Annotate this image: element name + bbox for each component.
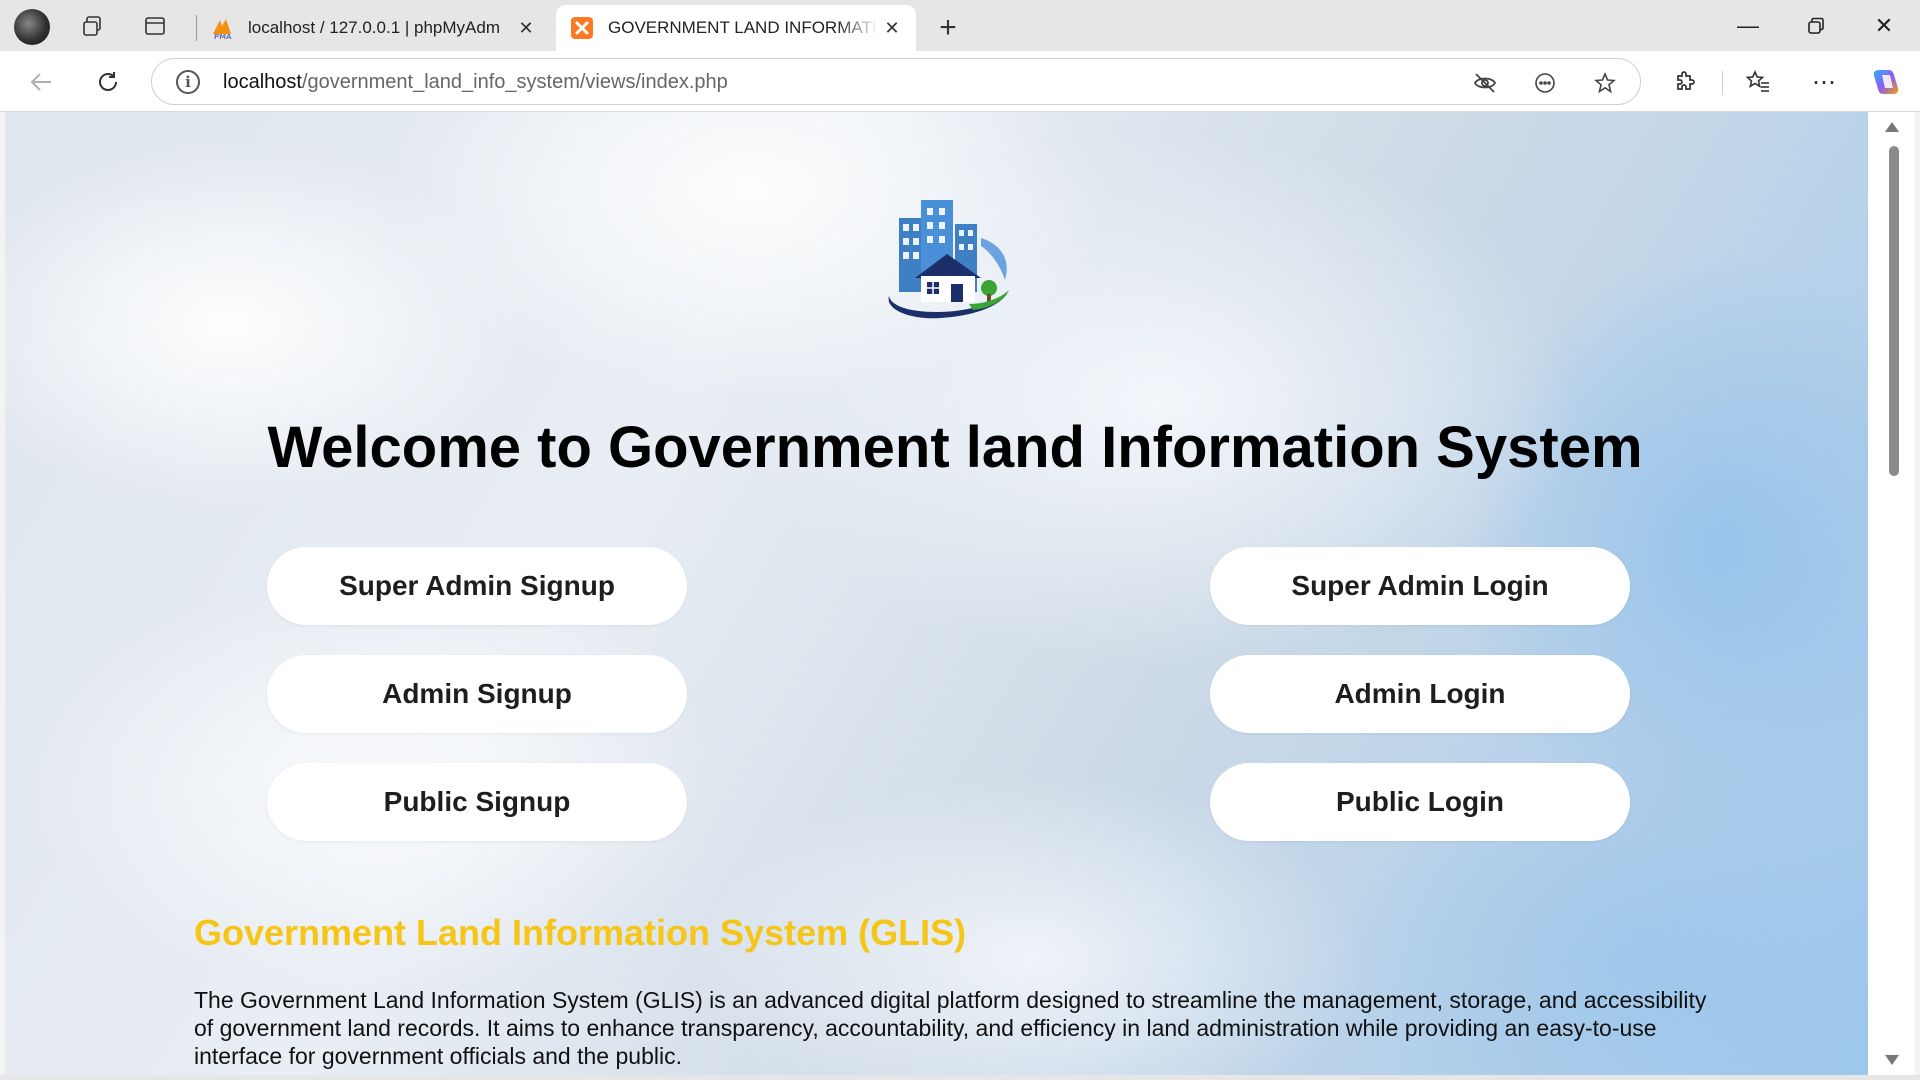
url-text[interactable]: localhost/government_land_info_system/vi… xyxy=(223,71,728,94)
workspaces-icon[interactable] xyxy=(78,12,106,40)
address-bar[interactable]: i localhost/government_land_info_system/… xyxy=(151,58,1641,105)
tab-title: GOVERNMENT LAND INFORMATI xyxy=(608,18,877,37)
page-scrollbar[interactable] xyxy=(1868,112,1915,1075)
url-path: /government_land_info_system/views/index… xyxy=(301,71,728,93)
back-icon[interactable] xyxy=(24,64,60,100)
copilot-icon[interactable] xyxy=(1868,64,1904,100)
toolbar-separator xyxy=(1722,71,1723,95)
glis-section-heading: Government Land Information System (GLIS… xyxy=(194,912,967,953)
scroll-down-arrow-icon[interactable] xyxy=(1885,1055,1899,1065)
svg-text:PMA: PMA xyxy=(214,33,232,40)
close-tab-icon[interactable]: ✕ xyxy=(512,14,540,42)
read-aloud-icon[interactable] xyxy=(1530,68,1560,98)
new-tab-icon[interactable]: + xyxy=(932,11,964,44)
tracking-prevention-icon[interactable] xyxy=(1470,68,1500,98)
url-host: localhost xyxy=(223,71,302,93)
xampp-icon xyxy=(570,16,594,40)
public-signup-button[interactable]: Public Signup xyxy=(267,763,687,841)
favorite-star-icon[interactable] xyxy=(1590,68,1620,98)
close-window-icon[interactable]: ✕ xyxy=(1864,8,1904,44)
scroll-thumb[interactable] xyxy=(1889,146,1899,476)
navigation-bar: i localhost/government_land_info_system/… xyxy=(0,51,1920,112)
vertical-tabs-icon[interactable] xyxy=(141,12,169,40)
welcome-title: Welcome to Government land Information S… xyxy=(267,415,1643,480)
close-tab-icon[interactable]: ✕ xyxy=(878,14,906,42)
admin-signup-button[interactable]: Admin Signup xyxy=(267,655,687,733)
tab-strip: PMA localhost / 127.0.0.1 | phpMyAdm ✕ G… xyxy=(0,0,1920,51)
minimize-icon[interactable]: — xyxy=(1728,8,1768,44)
glis-logo xyxy=(881,198,1021,328)
admin-login-button[interactable]: Admin Login xyxy=(1210,655,1630,733)
profile-avatar[interactable] xyxy=(14,9,50,45)
tab-title: localhost / 127.0.0.1 | phpMyAdm xyxy=(248,18,501,37)
extensions-icon[interactable] xyxy=(1667,64,1703,100)
favorites-icon[interactable] xyxy=(1740,64,1776,100)
tab-phpmyadmin[interactable]: PMA localhost / 127.0.0.1 | phpMyAdm ✕ xyxy=(196,5,550,51)
more-icon[interactable]: ⋯ xyxy=(1806,64,1842,100)
super-admin-signup-button[interactable]: Super Admin Signup xyxy=(267,547,687,625)
info-icon[interactable]: i xyxy=(176,70,200,94)
public-login-button[interactable]: Public Login xyxy=(1210,763,1630,841)
phpmyadmin-icon: PMA xyxy=(210,16,234,41)
scroll-up-arrow-icon[interactable] xyxy=(1885,122,1899,132)
restore-icon[interactable] xyxy=(1796,8,1836,44)
super-admin-login-button[interactable]: Super Admin Login xyxy=(1210,547,1630,625)
window-bottom-edge xyxy=(0,1075,1920,1080)
page-viewport: Welcome to Government land Information S… xyxy=(5,112,1868,1075)
glis-description: The Government Land Information System (… xyxy=(194,987,1707,1069)
tab-glis[interactable]: GOVERNMENT LAND INFORMATI ✕ xyxy=(556,5,916,51)
refresh-icon[interactable] xyxy=(90,64,126,100)
